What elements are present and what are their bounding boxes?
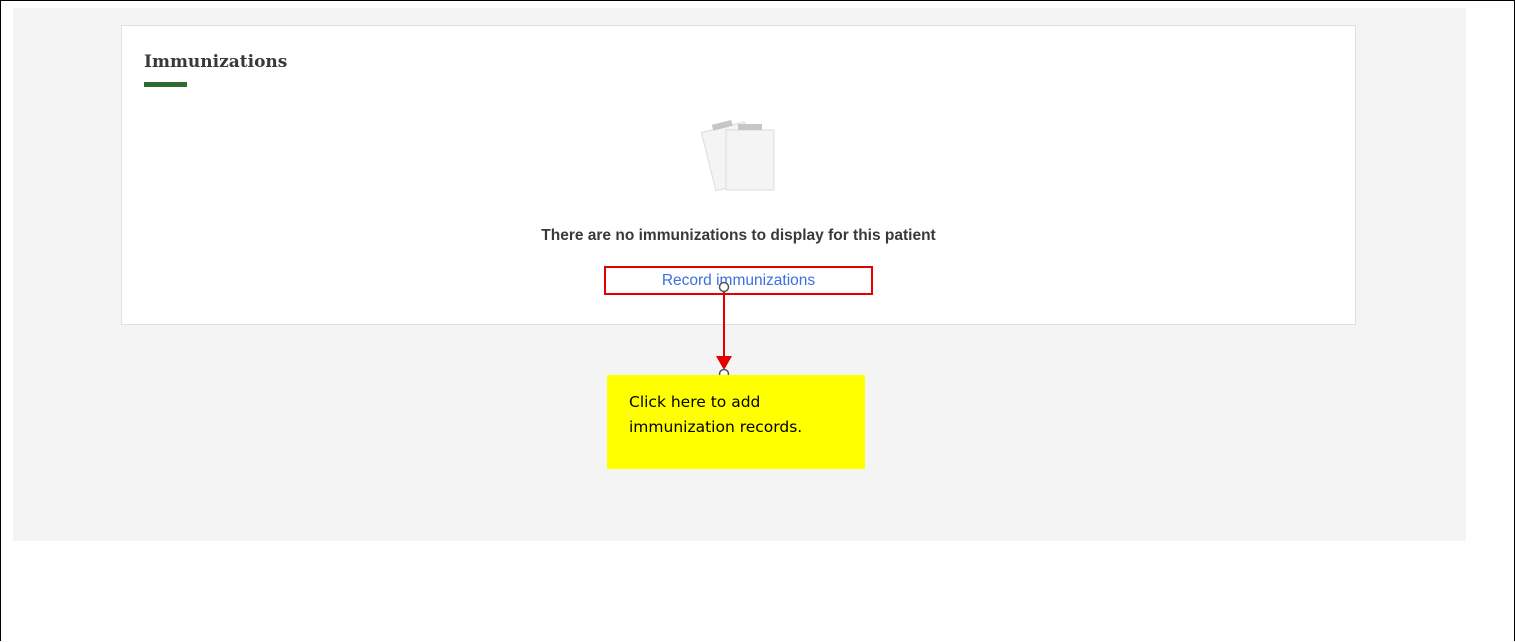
instruction-callout: Click here to add immunization records. xyxy=(607,375,865,469)
immunizations-card: Immunizations There are no immunizations… xyxy=(121,25,1356,325)
title-underline xyxy=(144,82,187,87)
clipboard-icon xyxy=(700,119,775,192)
record-immunizations-link[interactable]: Record immunizations xyxy=(604,266,873,295)
card-title: Immunizations xyxy=(144,52,288,72)
empty-state-message: There are no immunizations to display fo… xyxy=(541,227,936,244)
